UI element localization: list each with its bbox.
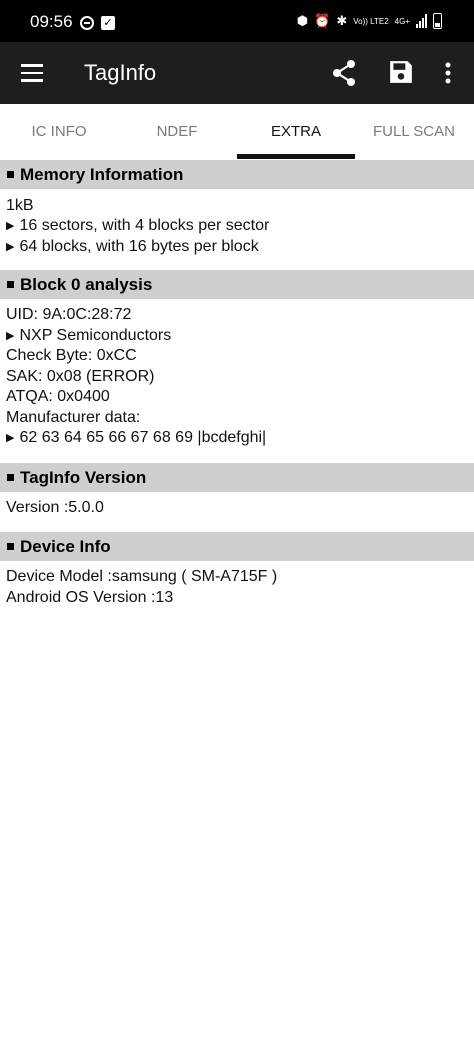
section-title: Memory Information	[20, 165, 184, 184]
battery-icon	[433, 13, 442, 29]
network-type: 4G+	[394, 16, 410, 26]
active-tab-indicator	[237, 154, 355, 159]
device-line: Device Model :samsung ( SM-A715F )	[6, 568, 278, 585]
tab-bar: IC INFO NDEF EXTRA FULL SCAN	[0, 104, 474, 160]
save-icon[interactable]	[388, 59, 414, 85]
status-right-icons: ⬢ ⏰ ✱ Vo)) LTE2 4G+	[297, 12, 442, 30]
memory-line: ▶ 16 sectors, with 4 blocks per sector	[6, 217, 270, 234]
app-title: TagInfo	[84, 60, 157, 85]
menu-icon[interactable]	[21, 64, 43, 82]
block0-line: Manufacturer data:	[6, 409, 141, 426]
app-bar: TagInfo	[0, 42, 474, 104]
tab-full-scan[interactable]: FULL SCAN	[355, 104, 473, 160]
section-header-version: TagInfo Version	[0, 463, 474, 492]
block0-line: SAK: 0x08 (ERROR)	[6, 368, 155, 385]
block0-line: ▶ 62 63 64 65 66 67 68 69 |bcdefghi|	[6, 429, 267, 446]
bullet-square-icon	[7, 281, 14, 289]
section-header-block0: Block 0 analysis	[0, 270, 474, 299]
memory-line: ▶ 64 blocks, with 16 bytes per block	[6, 238, 259, 255]
more-vert-icon[interactable]	[438, 61, 458, 85]
section-header-device: Device Info	[0, 532, 474, 561]
block0-line: UID: 9A:0C:28:72	[6, 306, 132, 323]
section-title: Block 0 analysis	[20, 275, 153, 294]
triangle-bullet-icon: ▶	[6, 432, 15, 444]
status-time: 09:56	[30, 12, 73, 31]
device-line: Android OS Version :13	[6, 589, 174, 606]
do-not-disturb-icon	[80, 16, 94, 30]
block0-line: ▶ NXP Semiconductors	[6, 327, 172, 344]
nfc-icon: ⬢	[296, 13, 309, 28]
bullet-square-icon	[7, 543, 14, 551]
tab-ic-info[interactable]: IC INFO	[0, 104, 118, 160]
alarm-icon: ⏰	[314, 13, 331, 28]
triangle-bullet-icon: ▶	[6, 330, 15, 342]
status-bar: 09:56 ✓ ⬢ ⏰ ✱ Vo)) LTE2 4G+	[0, 0, 474, 42]
version-line: Version :5.0.0	[6, 499, 104, 516]
signal-icon	[416, 14, 427, 28]
section-header-memory: Memory Information	[0, 160, 474, 189]
tab-ndef[interactable]: NDEF	[118, 104, 236, 160]
block0-line: ATQA: 0x0400	[6, 388, 110, 405]
memory-line: 1kB	[6, 197, 34, 214]
share-icon[interactable]	[330, 59, 358, 87]
triangle-bullet-icon: ▶	[6, 220, 15, 232]
section-title: Device Info	[20, 537, 111, 556]
notification-check-icon: ✓	[101, 16, 115, 30]
volte-indicator: Vo)) LTE2	[353, 16, 389, 26]
tab-extra[interactable]: EXTRA	[237, 104, 355, 160]
triangle-bullet-icon: ▶	[6, 241, 15, 253]
block0-line: Check Byte: 0xCC	[6, 347, 137, 364]
bullet-square-icon	[7, 474, 14, 482]
section-title: TagInfo Version	[20, 468, 147, 487]
bullet-square-icon	[7, 171, 14, 179]
bluetooth-icon: ✱	[336, 13, 348, 28]
